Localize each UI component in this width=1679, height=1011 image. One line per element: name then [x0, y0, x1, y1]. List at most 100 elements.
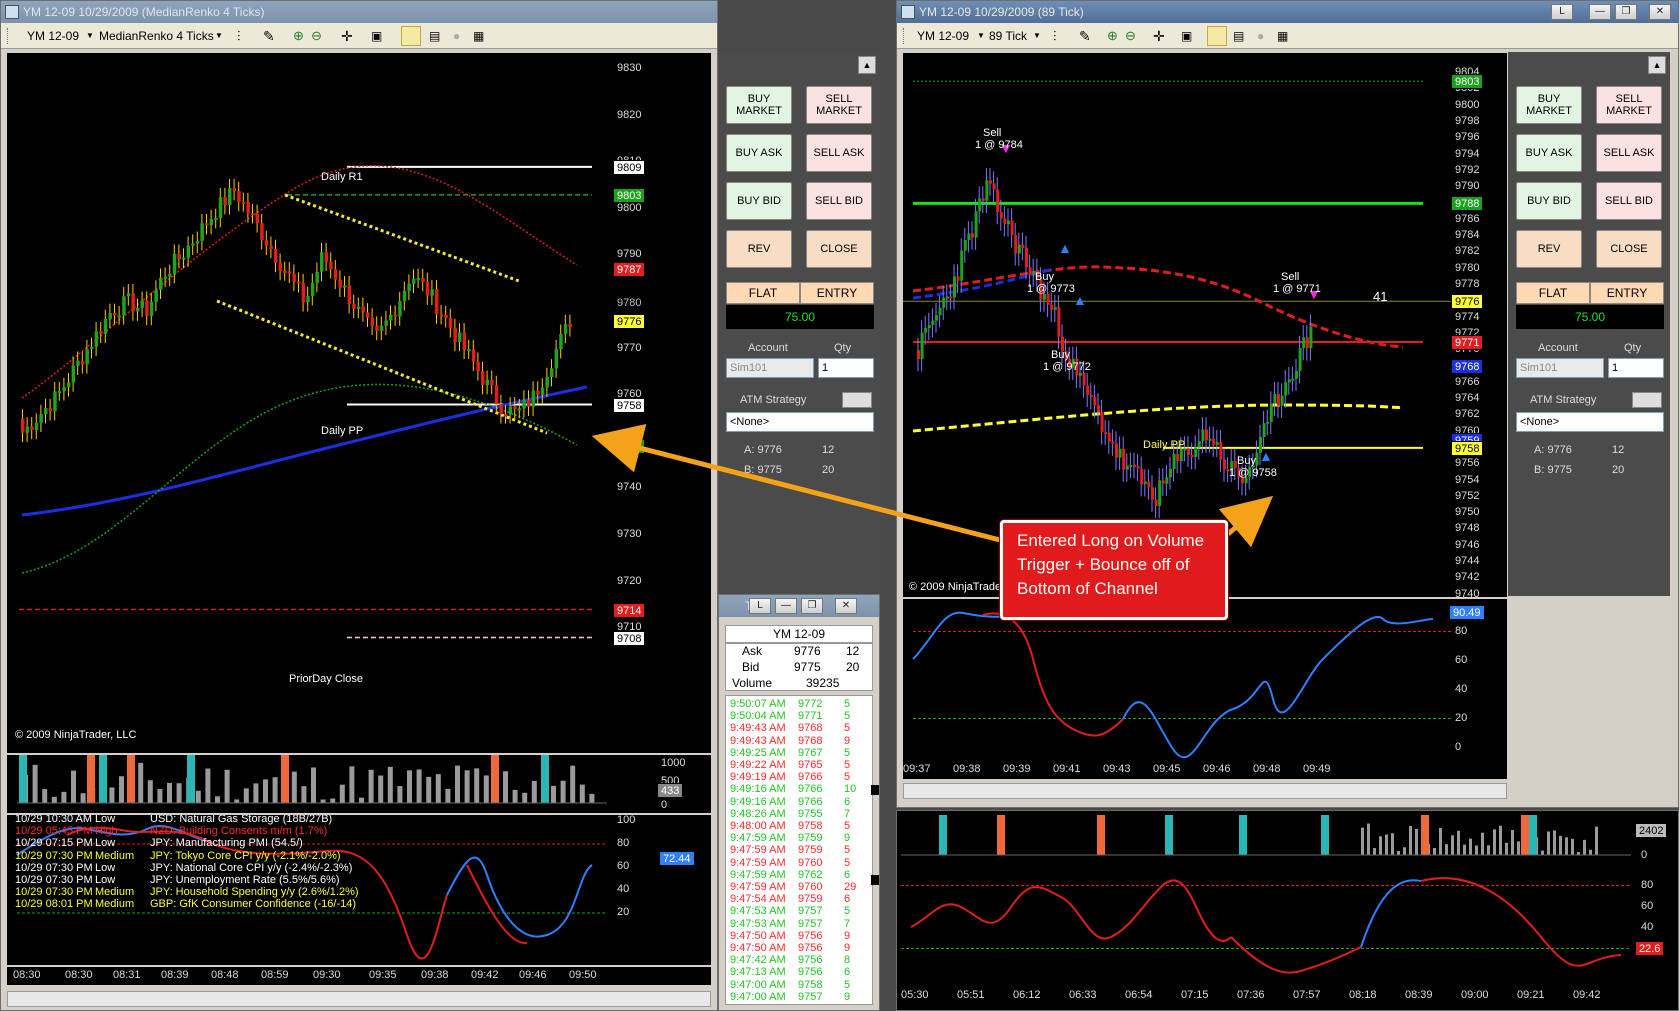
qty-stepper[interactable]: 1 — [818, 358, 874, 378]
left-volume-badge: 433 — [657, 783, 684, 798]
trader-collapse-button[interactable]: ▲ — [858, 56, 876, 74]
reverse-button[interactable]: REV — [1516, 230, 1582, 268]
tns-row-price: 9771 — [798, 710, 823, 723]
trader-collapse-button[interactable]: ▲ — [1648, 56, 1666, 74]
left-oscillator-panel[interactable]: 100 80 60 40 20 72.44 10/29 10:30 AM Low USD: … — [7, 815, 711, 965]
right-oscillator-panel[interactable]: 80 60 40 20 0 90.49 — [903, 599, 1507, 761]
tns-row-time: 9:47:00 AM — [730, 978, 786, 991]
circle-icon[interactable]: ● — [1257, 23, 1264, 49]
volume-bar — [61, 791, 67, 803]
candle-body — [333, 269, 338, 280]
right-chart-trader-panel: ▲ BUY MARKET SELL MARKET BUY ASK SELL AS… — [1508, 52, 1670, 596]
right-restore-button[interactable]: ❐ — [1615, 4, 1637, 20]
price-badge: 9787 — [613, 262, 646, 278]
tns-volume-label: Volume — [732, 676, 773, 690]
candle-body — [168, 273, 172, 277]
buy-market-button[interactable]: BUY MARKET — [1516, 86, 1582, 124]
sell-ask-button[interactable]: SELL ASK — [1596, 134, 1662, 172]
crosshair-icon[interactable]: ✛ — [1153, 23, 1165, 49]
candle-body — [1025, 248, 1028, 268]
trade-fill-label: 1 @ 9758 — [1229, 467, 1277, 479]
sell-bid-button[interactable]: SELL BID — [1596, 182, 1662, 220]
instrument-selector[interactable]: YM 12-09 — [917, 23, 969, 49]
tns-row-time: 9:48:26 AM — [730, 807, 786, 820]
candle-body — [1143, 481, 1147, 485]
close-position-button[interactable]: CLOSE — [806, 230, 872, 268]
indicators-icon[interactable]: ▤ — [429, 23, 440, 49]
candle-body — [499, 404, 503, 415]
buy-market-button[interactable]: BUY MARKET — [726, 86, 792, 124]
price-badge: 9776 — [1451, 294, 1484, 310]
volume-bar — [167, 782, 172, 803]
buy-ask-button[interactable]: BUY ASK — [1516, 134, 1582, 172]
tns-minimize-button[interactable]: — — [775, 598, 797, 614]
bid-line: B: 9775 — [1534, 464, 1572, 476]
tns-row-price: 9759 — [798, 832, 823, 845]
close-position-button[interactable]: CLOSE — [1596, 230, 1662, 268]
account-label: Account — [748, 342, 788, 354]
right-scrollbar[interactable] — [903, 783, 1507, 799]
reverse-button[interactable]: REV — [726, 230, 792, 268]
chart-trader-icon[interactable] — [1207, 26, 1227, 46]
account-select[interactable]: Sim101 — [726, 358, 814, 378]
properties-icon[interactable]: ▣ — [371, 23, 382, 49]
volume-highlight — [1521, 815, 1529, 855]
right-link-button[interactable]: L — [1551, 4, 1573, 20]
bar-type-selector[interactable]: MedianRenko 4 Ticks — [99, 23, 214, 49]
drawing-tool-icon[interactable]: ✎ — [263, 23, 275, 49]
tns-close-button[interactable]: ✕ — [835, 598, 857, 614]
bar-type-dropdown-icon[interactable]: ▼ — [1033, 23, 1041, 49]
circle-icon[interactable]: ● — [453, 23, 460, 49]
instrument-dropdown-icon[interactable]: ▼ — [86, 23, 94, 49]
volume-bar — [1385, 834, 1388, 855]
data-box-icon[interactable]: ▦ — [1277, 23, 1288, 49]
tns-row-price: 9768 — [798, 722, 823, 735]
indicators-icon[interactable]: ▤ — [1233, 23, 1244, 49]
crosshair-icon[interactable]: ✛ — [341, 23, 353, 49]
zoom-in-icon[interactable]: ⊕ — [293, 23, 304, 49]
tns-row-time: 9:47:42 AM — [730, 954, 786, 967]
zoom-out-icon[interactable]: ⊖ — [311, 23, 322, 49]
atm-config-button[interactable] — [842, 392, 872, 408]
properties-icon[interactable]: ▣ — [1181, 23, 1192, 49]
left-volume-panel[interactable]: 1000 500 0 433 — [7, 755, 711, 813]
left-window-titlebar[interactable]: YM 12-09 10/29/2009 (MedianRenko 4 Ticks… — [1, 1, 717, 23]
atm-strategy-select[interactable]: <None> — [726, 412, 874, 432]
buy-ask-button[interactable]: BUY ASK — [726, 134, 792, 172]
buy-bid-button[interactable]: BUY BID — [1516, 182, 1582, 220]
volume-bar — [407, 770, 412, 803]
tns-restore-button[interactable]: ❐ — [801, 598, 823, 614]
zoom-in-icon[interactable]: ⊕ — [1107, 23, 1118, 49]
candle-body — [67, 382, 71, 388]
buy-bid-button[interactable]: BUY BID — [726, 182, 792, 220]
sell-bid-button[interactable]: SELL BID — [806, 182, 872, 220]
bar-style-icon[interactable]: ⫶ — [1053, 23, 1057, 49]
bottom-vol-tick-0: 0 — [1641, 849, 1648, 861]
right-close-button[interactable]: ✕ — [1649, 4, 1671, 20]
bar-type-dropdown-icon[interactable]: ▼ — [215, 23, 223, 49]
price-badge: 9749 — [613, 439, 646, 455]
right-minimize-button[interactable]: — — [1589, 4, 1611, 20]
sell-market-button[interactable]: SELL MARKET — [806, 86, 872, 124]
sell-market-button[interactable]: SELL MARKET — [1596, 86, 1662, 124]
data-box-icon[interactable]: ▦ — [473, 23, 484, 49]
sell-ask-button[interactable]: SELL ASK — [806, 134, 872, 172]
right-price-panel[interactable]: ▼▲▲▼▲ 9804980298009798979697949792979097… — [903, 53, 1507, 597]
instrument-selector[interactable]: YM 12-09 — [27, 23, 79, 49]
bar-style-icon[interactable]: ⫶ — [237, 23, 241, 49]
account-select[interactable]: Sim101 — [1516, 358, 1604, 378]
atm-config-button[interactable] — [1632, 392, 1662, 408]
bar-type-selector[interactable]: 89 Tick — [989, 23, 1027, 49]
tns-link-button[interactable]: L — [749, 598, 771, 614]
tns-trade-list[interactable]: 9:50:07 AM 9772 5 9:50:04 AM 9771 5 9:49:43 AM… — [725, 695, 873, 1005]
instrument-dropdown-icon[interactable]: ▼ — [977, 23, 985, 49]
zoom-out-icon[interactable]: ⊖ — [1125, 23, 1136, 49]
left-scrollbar[interactable] — [7, 991, 711, 1007]
left-price-panel[interactable]: 9830982098109800979097809770976097509740… — [7, 53, 711, 753]
drawing-tool-icon[interactable]: ✎ — [1079, 23, 1091, 49]
atm-strategy-select[interactable]: <None> — [1516, 412, 1664, 432]
bottom-volume-panel[interactable]: 2402 0 — [901, 815, 1677, 865]
bottom-oscillator-panel[interactable]: 80604020 22.6 — [901, 867, 1677, 985]
chart-trader-icon[interactable] — [401, 26, 421, 46]
qty-stepper[interactable]: 1 — [1608, 358, 1664, 378]
